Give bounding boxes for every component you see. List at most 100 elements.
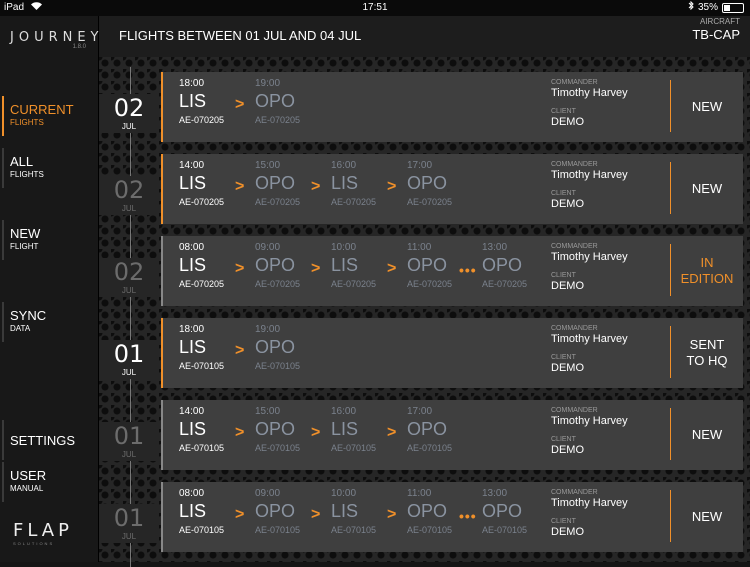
date-day: 02 [113, 258, 145, 286]
crew-info: COMMANDER Timothy Harvey CLIENT DEMO [551, 243, 628, 292]
leg-time: 17:00 [407, 406, 433, 417]
leg-time: 19:00 [255, 324, 281, 335]
leg-airport: LIS [179, 173, 207, 193]
client-name: DEMO [551, 198, 584, 210]
sidebar-item-current[interactable]: CURRENT FLIGHTS [0, 96, 98, 136]
flight-leg: 09:00 OPO AE-070205 [255, 242, 300, 289]
flight-leg: 18:00 LIS AE-070105 [179, 324, 224, 371]
flight-card[interactable]: 14:00 LIS AE-070105 15:00 OPO AE-070105 … [161, 400, 743, 470]
commander-name: Timothy Harvey [551, 251, 628, 263]
commander-label: COMMANDER [551, 325, 598, 332]
sidebar-item-new[interactable]: NEW FLIGHT [0, 220, 98, 260]
flight-status: NEW [691, 427, 723, 442]
arrow-right-icon: > [235, 506, 245, 523]
leg-flight-number: AE-070205 [179, 115, 225, 125]
client-label: CLIENT [551, 518, 576, 525]
leg-flight-number: AE-070205 [482, 279, 528, 289]
status-time: 17:51 [362, 2, 388, 13]
leg-airport: LIS [179, 255, 207, 275]
leg-airport: OPO [407, 173, 448, 193]
flight-card[interactable]: 18:00 LIS AE-070105 19:00 OPO AE-070105 … [161, 318, 743, 388]
arrow-right-icon: > [235, 96, 245, 113]
leg-flight-number: AE-070205 [255, 197, 301, 207]
date-month: JUL [121, 286, 137, 295]
arrow-right-icon: > [311, 178, 321, 195]
leg-time: 10:00 [331, 488, 357, 499]
flight-leg: 16:00 LIS AE-070205 [331, 160, 376, 207]
arrow-right-icon: > [311, 424, 321, 441]
flight-card[interactable]: 14:00 LIS AE-070205 15:00 OPO AE-070205 … [161, 154, 743, 224]
leg-flight-number: AE-070105 [331, 525, 377, 535]
nav-indicator [2, 220, 4, 260]
client-label: CLIENT [551, 108, 576, 115]
date-day: 02 [113, 94, 145, 122]
leg-flight-number: AE-070105 [255, 525, 301, 535]
client-name: DEMO [551, 526, 584, 538]
arrow-right-icon: > [235, 260, 245, 277]
date-day: 01 [113, 340, 145, 368]
sidebar-item-settings[interactable]: SETTINGS [0, 420, 98, 460]
leg-airport: OPO [255, 173, 296, 193]
commander-name: Timothy Harvey [551, 497, 628, 509]
nav-indicator [2, 462, 4, 502]
aircraft-selector[interactable]: AIRCRAFT TB-CAP [692, 17, 740, 42]
nav-label: SYNC [10, 308, 47, 323]
flight-leg: 11:00 OPO AE-070105 [407, 488, 452, 535]
flight-list[interactable]: 02 JUL 18:00 LIS AE-070205 19:00 OPO AE-… [99, 57, 750, 567]
arrow-right-icon: > [235, 178, 245, 195]
flight-leg: 13:00 OPO AE-070205 [482, 242, 527, 289]
client-name: DEMO [551, 280, 584, 292]
flight-leg: 17:00 OPO AE-070205 [407, 160, 452, 207]
flight-leg: 18:00 LIS AE-070205 [179, 78, 224, 125]
more-legs-icon: ••• [459, 508, 477, 524]
leg-airport: LIS [179, 501, 207, 521]
logo-text: JOURNEY [10, 30, 104, 45]
flight-card[interactable]: 18:00 LIS AE-070205 19:00 OPO AE-070205 … [161, 72, 743, 142]
crew-info: COMMANDER Timothy Harvey CLIENT DEMO [551, 325, 628, 374]
date-month: JUL [121, 368, 137, 377]
leg-airport: OPO [482, 255, 523, 275]
leg-flight-number: AE-070205 [255, 279, 301, 289]
flight-leg: 15:00 OPO AE-070105 [255, 406, 300, 453]
leg-airport: OPO [407, 255, 448, 275]
sidebar-item-sync[interactable]: SYNC DATA [0, 302, 98, 342]
leg-airport: OPO [407, 501, 448, 521]
leg-time: 18:00 [179, 324, 205, 335]
nav-label: USER [10, 468, 47, 483]
flight-card[interactable]: 08:00 LIS AE-070205 09:00 OPO AE-070205 … [161, 236, 743, 306]
leg-flight-number: AE-070205 [331, 197, 377, 207]
date-month: JUL [121, 204, 137, 213]
leg-time: 16:00 [331, 406, 357, 417]
leg-flight-number: AE-070105 [482, 525, 528, 535]
leg-time: 09:00 [255, 488, 281, 499]
flight-date: 02 JUL [99, 176, 159, 215]
leg-time: 17:00 [407, 160, 433, 171]
leg-flight-number: AE-070105 [407, 443, 453, 453]
flight-leg: 14:00 LIS AE-070105 [179, 406, 224, 453]
battery-percent: 35% [697, 2, 718, 13]
flight-date: 01 JUL [99, 340, 159, 379]
nav-indicator [2, 302, 4, 342]
sidebar-item-all[interactable]: ALL FLIGHTS [0, 148, 98, 188]
aircraft-registration: TB-CAP [692, 27, 740, 42]
leg-airport: LIS [331, 501, 359, 521]
leg-time: 14:00 [179, 160, 205, 171]
flight-card[interactable]: 08:00 LIS AE-070105 09:00 OPO AE-070105 … [161, 482, 743, 552]
leg-flight-number: AE-070105 [407, 525, 453, 535]
nav-indicator [2, 96, 4, 136]
app-logo: JOURNEY 1.8.0 [10, 30, 104, 50]
nav-indicator [2, 148, 4, 188]
nav-sublabel: FLIGHTS [10, 170, 44, 179]
page-title: FLIGHTS BETWEEN 01 JUL AND 04 JUL [119, 28, 362, 43]
leg-flight-number: AE-070205 [179, 279, 225, 289]
leg-airport: LIS [179, 337, 207, 357]
leg-time: 19:00 [255, 78, 281, 89]
flight-date: 02 JUL [99, 258, 159, 297]
nav-sublabel: DATA [10, 324, 31, 333]
client-name: DEMO [551, 116, 584, 128]
date-month: JUL [121, 532, 137, 541]
arrow-right-icon: > [387, 424, 397, 441]
client-label: CLIENT [551, 272, 576, 279]
sidebar-item-user[interactable]: USER MANUAL [0, 462, 98, 502]
leg-flight-number: AE-070205 [255, 115, 301, 125]
